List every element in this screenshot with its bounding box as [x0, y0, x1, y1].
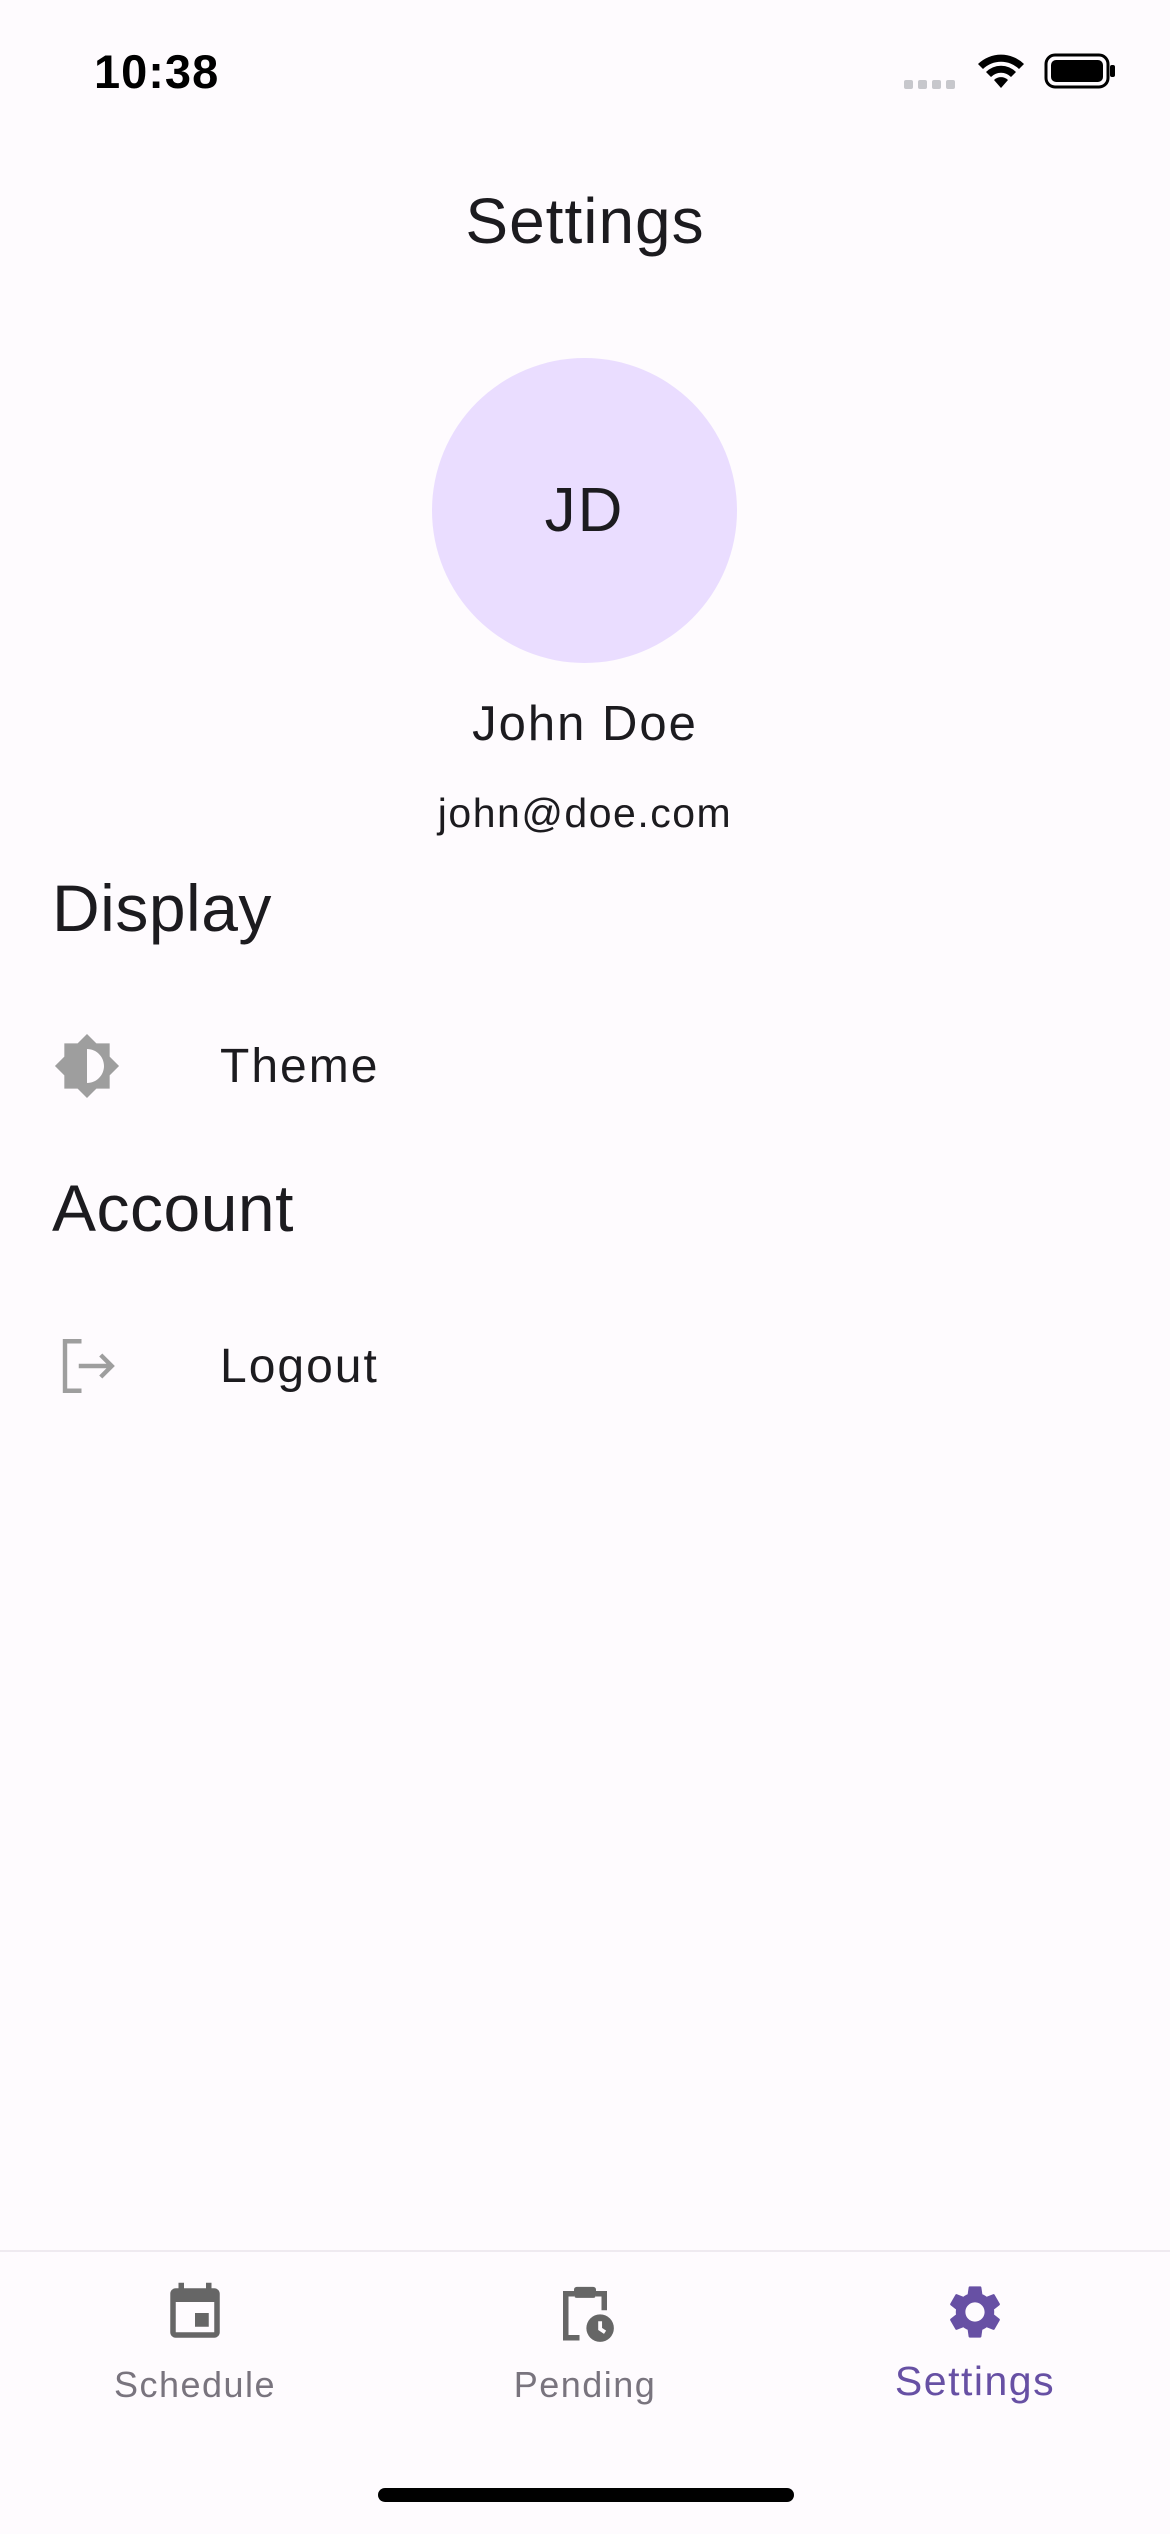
- calendar-icon: [162, 2280, 228, 2351]
- battery-icon: [1044, 53, 1116, 89]
- theme-item[interactable]: Theme: [0, 996, 1170, 1136]
- logout-icon: [52, 1331, 122, 1401]
- section-heading-display: Display: [52, 871, 272, 945]
- avatar[interactable]: JD: [432, 358, 737, 663]
- status-icons: [904, 52, 1116, 90]
- theme-label: Theme: [220, 1039, 380, 1093]
- nav-item-pending[interactable]: Pending: [390, 2252, 780, 2472]
- nav-item-schedule[interactable]: Schedule: [0, 2252, 390, 2472]
- wifi-icon: [976, 52, 1026, 90]
- page-title: Settings: [465, 185, 705, 257]
- status-time: 10:38: [94, 45, 220, 98]
- nav-label-pending: Pending: [513, 2364, 657, 2405]
- avatar-initials: JD: [544, 476, 625, 545]
- cellular-signal-icon: [904, 71, 958, 89]
- nav-item-settings[interactable]: Settings: [780, 2252, 1170, 2472]
- clipboard-clock-icon: [552, 2280, 618, 2351]
- brightness-icon: [52, 1031, 122, 1101]
- nav-label-schedule: Schedule: [113, 2364, 277, 2405]
- gear-icon: [943, 2280, 1007, 2349]
- logout-item[interactable]: Logout: [0, 1296, 1170, 1436]
- status-bar: 10:38: [0, 0, 1170, 150]
- user-name: John Doe: [472, 697, 698, 751]
- logout-label: Logout: [220, 1339, 379, 1393]
- nav-label-settings: Settings: [894, 2358, 1056, 2404]
- user-email: john@doe.com: [437, 790, 733, 836]
- home-indicator[interactable]: [378, 2488, 794, 2502]
- section-heading-account: Account: [52, 1171, 294, 1245]
